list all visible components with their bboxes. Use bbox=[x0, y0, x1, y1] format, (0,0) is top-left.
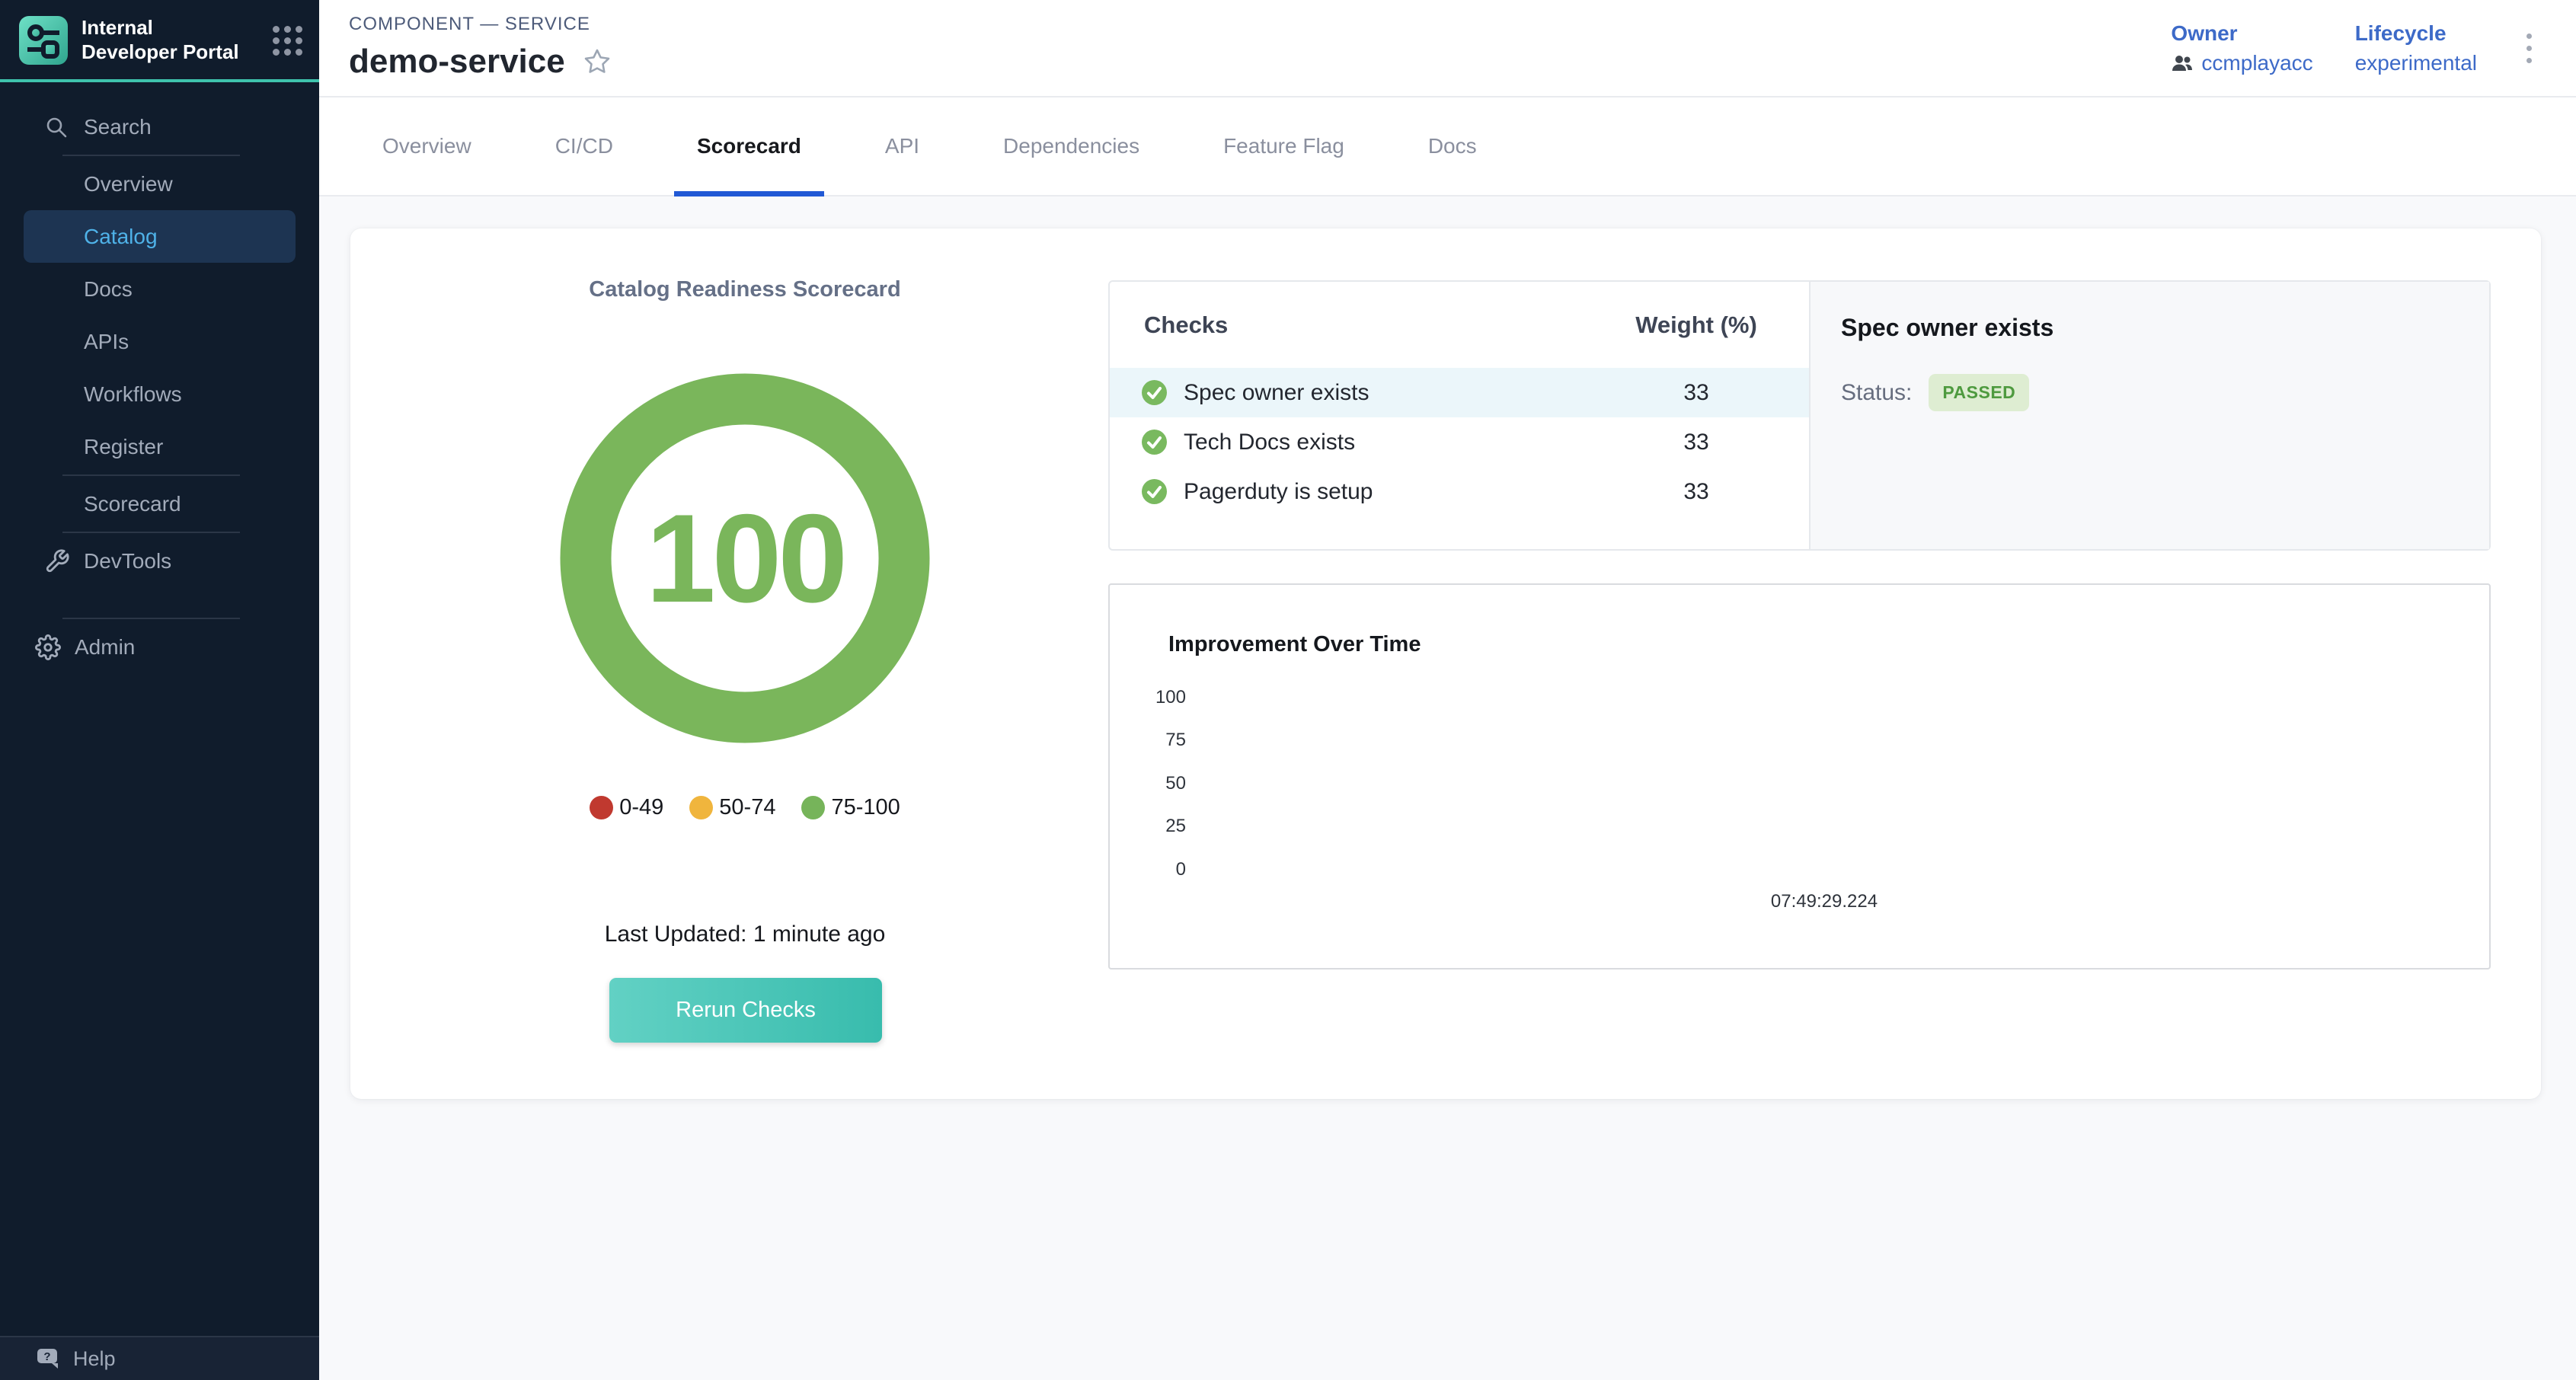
sidebar-divider bbox=[62, 532, 240, 533]
score-value: 100 bbox=[558, 372, 932, 745]
rerun-checks-button[interactable]: Rerun Checks bbox=[609, 978, 882, 1043]
app-title: Internal Developer Portal bbox=[81, 15, 243, 64]
gear-icon bbox=[35, 634, 75, 660]
sidebar-item-register[interactable]: Register bbox=[0, 420, 319, 473]
search-icon bbox=[44, 115, 84, 139]
entity-tabs: Overview CI/CD Scorecard API Dependencie… bbox=[319, 97, 2576, 196]
y-axis-tick: 100 bbox=[1133, 687, 1186, 708]
checks-table-header: Checks Weight (%) bbox=[1110, 282, 1809, 368]
sidebar-item-catalog[interactable]: Catalog bbox=[24, 210, 296, 263]
y-axis-tick: 50 bbox=[1133, 773, 1186, 794]
admin-label: Admin bbox=[75, 635, 135, 660]
check-weight: 33 bbox=[1597, 430, 1795, 455]
gauge-title: Catalog Readiness Scorecard bbox=[350, 277, 1139, 302]
last-updated-text: Last Updated: 1 minute ago bbox=[350, 922, 1139, 947]
sidebar-divider bbox=[62, 474, 240, 476]
checks-panel: Checks Weight (%) Spec owner exists 33 bbox=[1108, 280, 2491, 551]
wrench-icon bbox=[44, 548, 84, 574]
owner-label[interactable]: Owner bbox=[2171, 21, 2312, 46]
weight-column-header: Weight (%) bbox=[1597, 311, 1795, 339]
check-weight: 33 bbox=[1597, 479, 1795, 505]
scorecard-card: Catalog Readiness Scorecard 100 0-49 50-… bbox=[350, 228, 2541, 1099]
x-axis-tick: 07:49:29.224 bbox=[1733, 891, 1916, 912]
sidebar-item-search[interactable]: Search bbox=[0, 101, 319, 153]
main-area: COMPONENT — SERVICE demo-service Owner bbox=[319, 0, 2576, 1099]
check-passed-icon bbox=[1142, 430, 1167, 455]
owner-value[interactable]: ccmplayacc bbox=[2171, 51, 2312, 75]
y-axis-tick: 25 bbox=[1133, 816, 1186, 837]
app-logo-icon bbox=[18, 15, 69, 65]
check-detail-title: Spec owner exists bbox=[1841, 314, 2489, 342]
sidebar-item-workflows[interactable]: Workflows bbox=[0, 368, 319, 420]
sidebar-divider bbox=[62, 155, 240, 156]
apps-grid-icon[interactable] bbox=[273, 26, 302, 56]
brand: Internal Developer Portal bbox=[0, 0, 319, 79]
checks-column-header: Checks bbox=[1144, 311, 1228, 339]
y-axis-tick: 75 bbox=[1133, 730, 1186, 751]
y-axis-tick: 0 bbox=[1133, 859, 1186, 880]
page-title: demo-service bbox=[349, 43, 565, 81]
legend-dot-green bbox=[801, 796, 825, 819]
legend-dot-amber bbox=[689, 796, 713, 819]
sidebar-divider bbox=[62, 618, 240, 619]
tab-cicd[interactable]: CI/CD bbox=[532, 97, 636, 195]
legend-item-green: 75-100 bbox=[801, 795, 900, 820]
tab-api[interactable]: API bbox=[862, 97, 942, 195]
legend-item-red: 0-49 bbox=[590, 795, 663, 820]
tab-overview[interactable]: Overview bbox=[360, 97, 494, 195]
help-chat-icon: ? bbox=[35, 1346, 73, 1372]
check-row-pagerduty[interactable]: Pagerduty is setup 33 bbox=[1110, 467, 1809, 516]
sidebar-item-docs[interactable]: Docs bbox=[0, 263, 319, 315]
tab-docs[interactable]: Docs bbox=[1405, 97, 1500, 195]
sidebar-item-label: Search bbox=[84, 115, 152, 139]
chart-title: Improvement Over Time bbox=[1168, 632, 1421, 657]
tab-dependencies[interactable]: Dependencies bbox=[980, 97, 1162, 195]
legend-dot-red bbox=[590, 796, 613, 819]
lifecycle-label[interactable]: Lifecycle bbox=[2355, 21, 2477, 46]
sidebar: Internal Developer Portal Search Overvie… bbox=[0, 0, 319, 1380]
improvement-chart: Improvement Over Time 100 75 50 25 0 07:… bbox=[1108, 583, 2491, 970]
score-legend: 0-49 50-74 75-100 bbox=[350, 795, 1139, 820]
entity-header: COMPONENT — SERVICE demo-service Owner bbox=[319, 0, 2576, 97]
lifecycle-block: Lifecycle experimental bbox=[2355, 21, 2477, 75]
status-label: Status: bbox=[1841, 380, 1912, 406]
sidebar-nav: Search Overview Catalog Docs APIs Workfl… bbox=[0, 82, 319, 673]
check-passed-icon bbox=[1142, 380, 1167, 405]
sidebar-item-overview[interactable]: Overview bbox=[0, 158, 319, 210]
checks-table: Checks Weight (%) Spec owner exists 33 bbox=[1110, 282, 1809, 549]
owner-block: Owner ccmplayacc bbox=[2171, 21, 2312, 75]
sidebar-item-admin[interactable]: Admin bbox=[0, 621, 319, 673]
check-row-spec-owner[interactable]: Spec owner exists 33 bbox=[1110, 368, 1809, 417]
favorite-star-icon[interactable] bbox=[582, 46, 612, 77]
svg-text:?: ? bbox=[43, 1350, 50, 1363]
sidebar-item-apis[interactable]: APIs bbox=[0, 315, 319, 368]
check-row-tech-docs[interactable]: Tech Docs exists 33 bbox=[1110, 417, 1809, 467]
check-weight: 33 bbox=[1597, 380, 1795, 406]
status-badge: PASSED bbox=[1929, 374, 2029, 411]
tab-feature-flag[interactable]: Feature Flag bbox=[1200, 97, 1367, 195]
lifecycle-value[interactable]: experimental bbox=[2355, 51, 2477, 75]
help-label: Help bbox=[73, 1347, 116, 1371]
score-gauge: 100 bbox=[558, 372, 932, 745]
check-passed-icon bbox=[1142, 479, 1167, 504]
help-button[interactable]: ? Help bbox=[0, 1336, 319, 1380]
legend-item-amber: 50-74 bbox=[689, 795, 775, 820]
check-detail-panel: Spec owner exists Status: PASSED bbox=[1809, 282, 2489, 549]
sidebar-item-devtools[interactable]: DevTools bbox=[0, 535, 319, 587]
more-options-kebab-icon[interactable] bbox=[2519, 26, 2539, 71]
people-icon bbox=[2171, 52, 2194, 75]
tab-scorecard[interactable]: Scorecard bbox=[674, 97, 824, 195]
sidebar-item-scorecard[interactable]: Scorecard bbox=[0, 478, 319, 530]
sidebar-spacer bbox=[0, 587, 319, 616]
scorecard-content: Catalog Readiness Scorecard 100 0-49 50-… bbox=[319, 196, 2576, 1099]
breadcrumb: COMPONENT — SERVICE bbox=[349, 14, 590, 35]
